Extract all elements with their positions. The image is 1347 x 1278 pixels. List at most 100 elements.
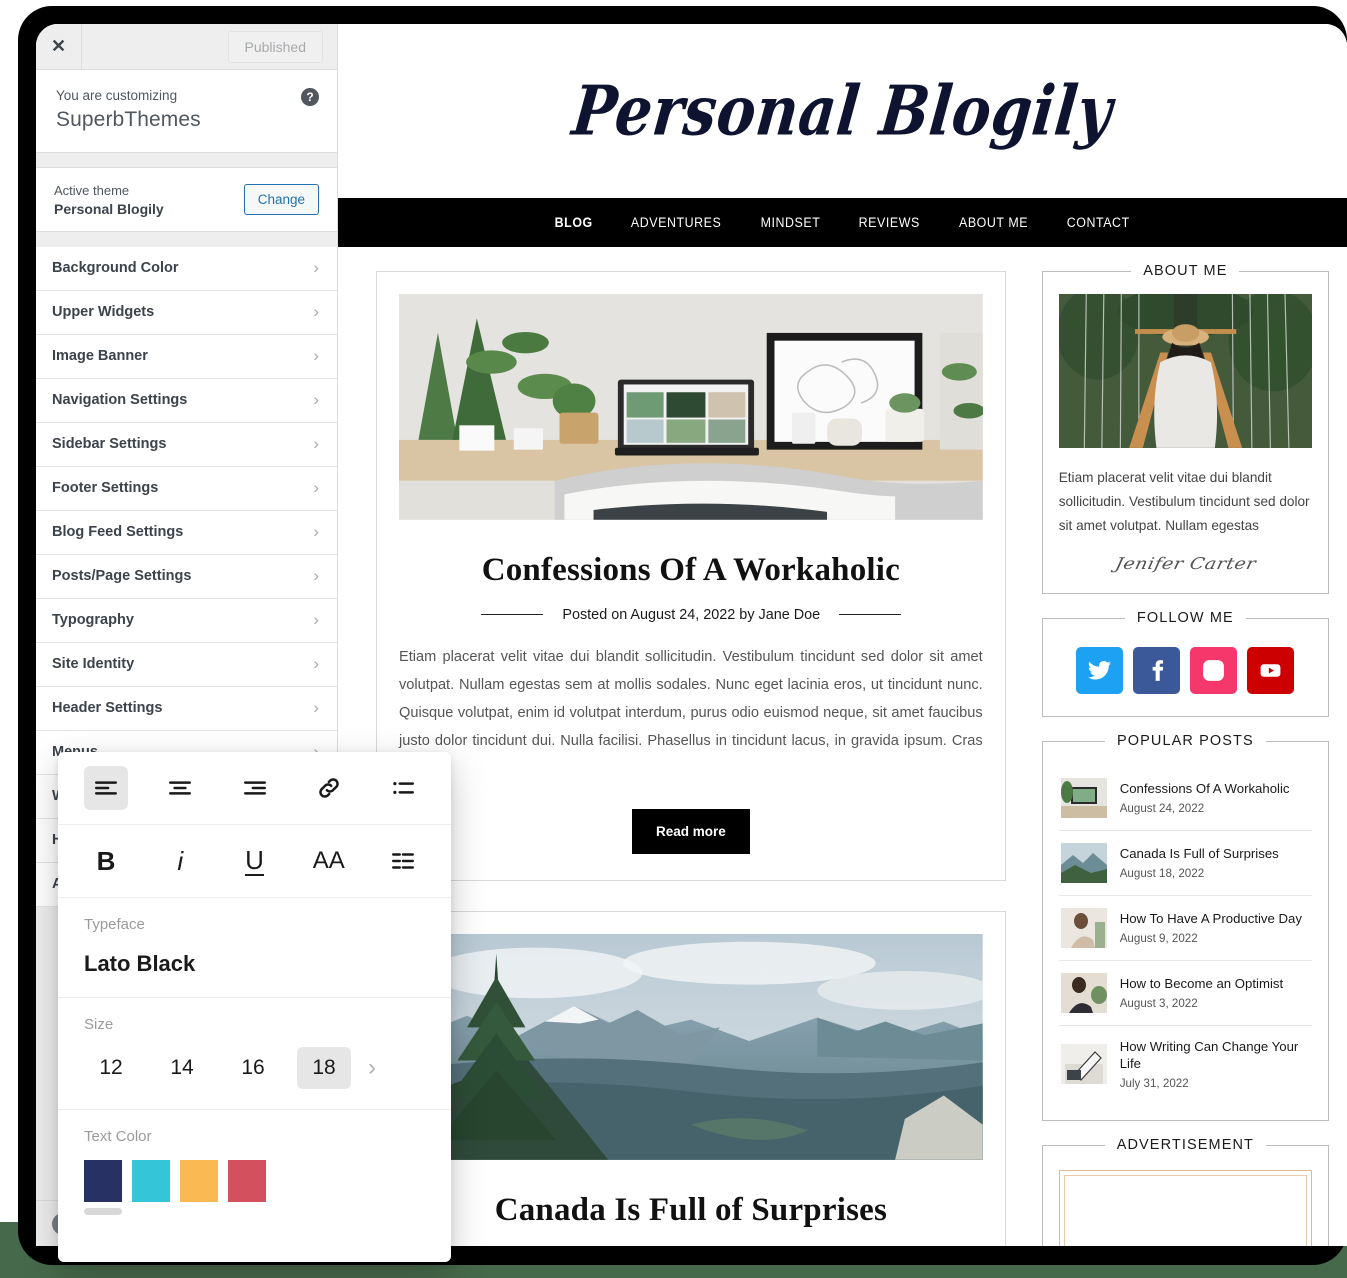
align-left-icon[interactable] — [84, 766, 128, 810]
bullet-list-icon[interactable] — [381, 766, 425, 810]
post-title[interactable]: Confessions Of A Workaholic — [399, 552, 983, 589]
italic-glyph: i — [177, 846, 184, 876]
size-option-14[interactable]: 14 — [155, 1047, 209, 1089]
chevron-right-icon: › — [313, 258, 319, 278]
sidebar-gap — [36, 152, 337, 167]
sidebar-item-label: Blog Feed Settings — [52, 524, 184, 541]
size-option-18[interactable]: 18 — [297, 1047, 351, 1089]
list-item[interactable]: Confessions Of A Workaholic August 24, 2… — [1058, 766, 1312, 831]
typeface-section: Typeface Lato Black — [58, 898, 451, 998]
chevron-right-icon: › — [313, 434, 319, 454]
sidebar-item-background-color[interactable]: Background Color › — [36, 247, 337, 291]
sidebar-item-typography[interactable]: Typography › — [36, 599, 337, 643]
popular-post-date: August 18, 2022 — [1119, 867, 1205, 881]
nav-item-reviews[interactable]: REVIEWS — [859, 215, 920, 230]
sidebar-item-sidebar-settings[interactable]: Sidebar Settings › — [36, 423, 337, 467]
help-icon[interactable]: ? — [301, 88, 319, 106]
link-icon[interactable] — [307, 766, 351, 810]
list-item[interactable]: How Writing Can Change Your Life July 31… — [1059, 1026, 1312, 1102]
post-title[interactable]: Canada Is Full of Surprises — [399, 1192, 983, 1229]
change-theme-button[interactable]: Change — [243, 183, 319, 215]
color-swatch-orange[interactable] — [180, 1160, 218, 1202]
typeface-value[interactable]: Lato Black — [84, 951, 425, 977]
sidebar-item-upper-widgets[interactable]: Upper Widgets › — [36, 291, 337, 335]
meta-rule-left — [480, 614, 543, 615]
publish-button[interactable]: Published — [227, 30, 323, 63]
widget-title: ABOUT ME — [1131, 263, 1240, 279]
size-option-12[interactable]: 12 — [84, 1047, 138, 1089]
sidebar-item-header-settings[interactable]: Header Settings › — [36, 687, 337, 731]
popular-post-info: How to Become an Optimist August 3, 2022 — [1120, 975, 1283, 1010]
text-color-label: Text Color — [84, 1128, 152, 1145]
chevron-right-icon: › — [313, 346, 319, 366]
social-links — [1059, 646, 1312, 694]
list-item[interactable]: Canada Is Full of Surprises August 18, 2… — [1058, 831, 1312, 896]
nav-item-adventures[interactable]: ADVENTURES — [631, 215, 721, 230]
popular-post-info: Canada Is Full of Surprises August 18, 2… — [1120, 845, 1279, 880]
about-me-text: Etiam placerat velit vitae dui blandit s… — [1058, 470, 1310, 534]
sidebar-item-site-identity[interactable]: Site Identity › — [36, 643, 337, 687]
customizing-kicker: You are customizing — [56, 88, 178, 103]
chevron-right-icon: › — [313, 478, 319, 498]
font-size-glyph: AA — [312, 847, 345, 874]
close-icon[interactable]: ✕ — [36, 24, 82, 69]
sidebar-item-label: Navigation Settings — [52, 392, 188, 409]
youtube-icon[interactable] — [1247, 646, 1295, 694]
post-card: Confessions Of A Workaholic Posted on Au… — [376, 271, 1006, 882]
follow-me-widget: FOLLOW ME — [1041, 609, 1329, 717]
line-height-icon[interactable] — [381, 839, 425, 883]
alignment-toolbar — [58, 752, 451, 825]
sidebar-item-label: Upper Widgets — [52, 304, 155, 321]
post-featured-image[interactable] — [399, 294, 983, 526]
text-color-section: Text Color — [58, 1110, 451, 1235]
read-more-button[interactable]: Read more — [631, 809, 750, 855]
instagram-icon[interactable] — [1190, 646, 1238, 694]
popular-post-thumb — [1060, 1043, 1107, 1084]
customizer-topbar: ✕ Published — [36, 24, 337, 70]
sidebar-item-posts-page-settings[interactable]: Posts/Page Settings › — [36, 555, 337, 599]
nav-item-about-me[interactable]: ABOUT ME — [959, 215, 1028, 230]
selected-color-indicator — [84, 1208, 122, 1215]
nav-item-mindset[interactable]: MINDSET — [761, 215, 821, 230]
sidebar-item-label: Sidebar Settings — [52, 436, 167, 453]
about-me-signature: Jenifer Carter — [1113, 554, 1258, 573]
chevron-right-icon: › — [313, 566, 319, 586]
color-swatch-red[interactable] — [228, 1160, 266, 1202]
sidebar-item-label: Typography — [52, 612, 134, 629]
align-center-icon[interactable] — [158, 766, 202, 810]
italic-icon[interactable]: i — [158, 839, 202, 883]
popular-post-info: How Writing Can Change Your Life July 31… — [1120, 1038, 1310, 1090]
popular-post-title: Canada Is Full of Surprises — [1119, 845, 1279, 861]
site-title[interactable]: Personal Blogily — [569, 71, 1116, 151]
list-item[interactable]: How to Become an Optimist August 3, 2022 — [1058, 961, 1312, 1026]
sidebar-item-image-banner[interactable]: Image Banner › — [36, 335, 337, 379]
format-toolbar: B i U AA — [58, 825, 451, 898]
nav-item-contact[interactable]: CONTACT — [1067, 215, 1130, 230]
popular-post-title: How To Have A Productive Day — [1119, 910, 1302, 926]
twitter-icon[interactable] — [1076, 646, 1124, 694]
sidebar-gap-2 — [36, 231, 337, 247]
advertisement-placeholder[interactable] — [1058, 1169, 1312, 1246]
sidebar-item-blog-feed-settings[interactable]: Blog Feed Settings › — [36, 511, 337, 555]
chevron-right-icon: › — [313, 302, 319, 322]
popular-post-date: July 31, 2022 — [1119, 1076, 1189, 1090]
nav-item-blog[interactable]: BLOG — [554, 215, 592, 230]
typeface-label: Typeface — [84, 916, 145, 933]
sidebar-item-footer-settings[interactable]: Footer Settings › — [36, 467, 337, 511]
list-item[interactable]: How To Have A Productive Day August 9, 2… — [1058, 896, 1312, 961]
font-size-icon[interactable]: AA — [307, 839, 351, 883]
bold-icon[interactable]: B — [84, 839, 128, 883]
post-featured-image[interactable] — [399, 934, 983, 1166]
size-section: Size 12 14 16 18 › — [58, 998, 451, 1110]
underline-icon[interactable]: U — [233, 839, 277, 883]
sidebar-item-navigation-settings[interactable]: Navigation Settings › — [36, 379, 337, 423]
color-swatch-cyan[interactable] — [132, 1160, 170, 1202]
size-option-16[interactable]: 16 — [226, 1047, 280, 1089]
chevron-right-icon[interactable]: › — [368, 1054, 376, 1082]
sidebar-item-label: Posts/Page Settings — [52, 568, 192, 585]
facebook-icon[interactable] — [1133, 646, 1181, 694]
widget-title: FOLLOW ME — [1124, 609, 1246, 626]
color-swatch-navy[interactable] — [84, 1160, 122, 1202]
post-meta-text: Posted on August 24, 2022 by Jane Doe — [561, 606, 820, 623]
align-right-icon[interactable] — [233, 766, 277, 810]
